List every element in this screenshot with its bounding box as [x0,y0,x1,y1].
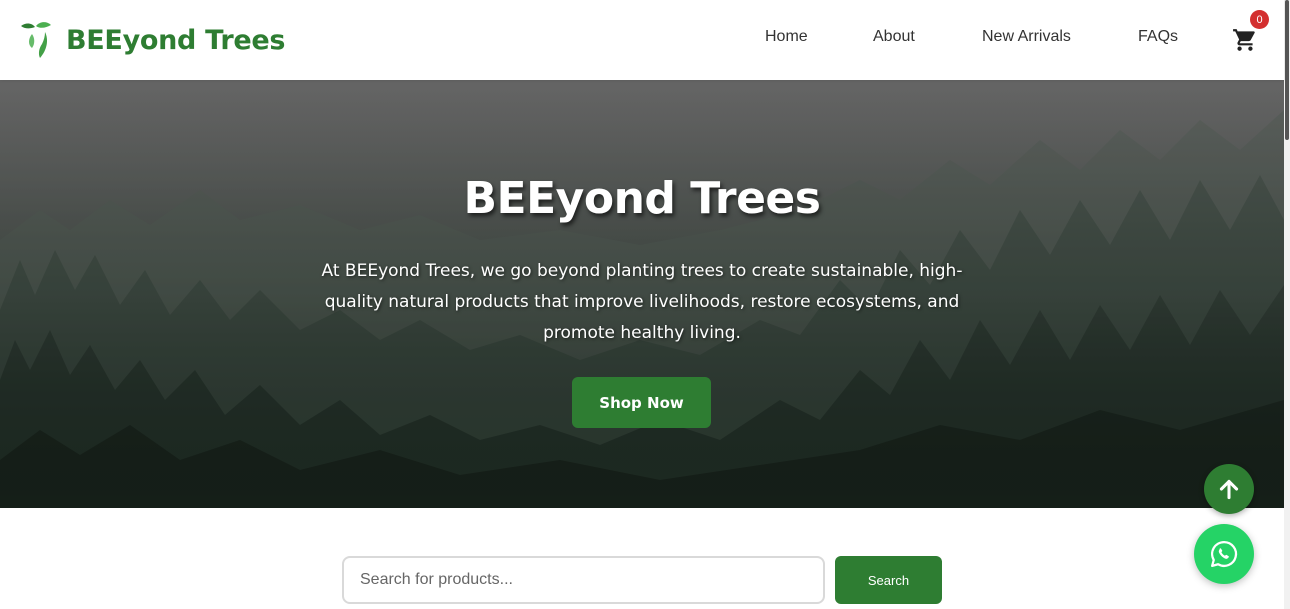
hero-title: BEEyond Trees [463,173,821,224]
search-button[interactable]: Search [835,556,942,604]
brand[interactable]: BEEyond Trees [18,18,285,62]
leaf-logo-icon [21,22,51,58]
whatsapp-icon [1211,540,1238,567]
cart-count-badge: 0 [1250,10,1269,29]
nav-about[interactable]: About [873,28,915,46]
cart-button[interactable] [1231,27,1259,53]
page-scrollbar[interactable] [1284,0,1290,609]
brand-name: BEEyond Trees [66,24,286,56]
hero-section: BEEyond Trees At BEEyond Trees, we go be… [0,80,1284,508]
search-input[interactable] [342,556,825,604]
shop-now-button[interactable]: Shop Now [572,377,711,428]
back-to-top-button[interactable] [1204,464,1254,514]
nav-home[interactable]: Home [765,28,808,46]
navbar: BEEyond Trees Home About New Arrivals FA… [0,0,1284,80]
arrow-up-icon [1219,479,1239,500]
whatsapp-button[interactable] [1194,524,1254,584]
scrollbar-thumb[interactable] [1285,0,1289,140]
hero-description: At BEEyond Trees, we go beyond planting … [321,261,963,343]
cart-icon [1233,29,1255,51]
nav-new-arrivals[interactable]: New Arrivals [982,28,1071,46]
nav-faqs[interactable]: FAQs [1138,28,1178,46]
